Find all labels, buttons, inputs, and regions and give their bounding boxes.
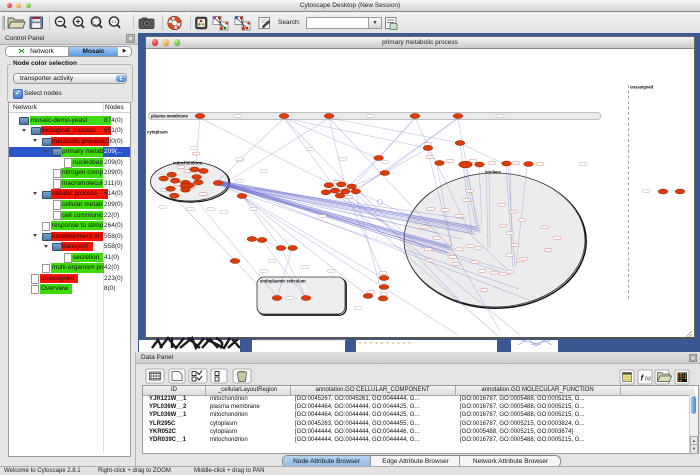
- svg-text:plasma membrane: plasma membrane: [151, 113, 188, 118]
- svg-text:unassigned: unassigned: [630, 84, 654, 89]
- svg-text:1:1: 1:1: [111, 20, 116, 24]
- svg-text:mitochondrion: mitochondrion: [173, 160, 203, 165]
- svg-text:endoplasmic reticulum: endoplasmic reticulum: [260, 278, 306, 283]
- svg-text:cytoplasm: cytoplasm: [147, 129, 168, 134]
- svg-text:(x): (x): [645, 376, 651, 382]
- svg-text:nucleus: nucleus: [485, 169, 501, 174]
